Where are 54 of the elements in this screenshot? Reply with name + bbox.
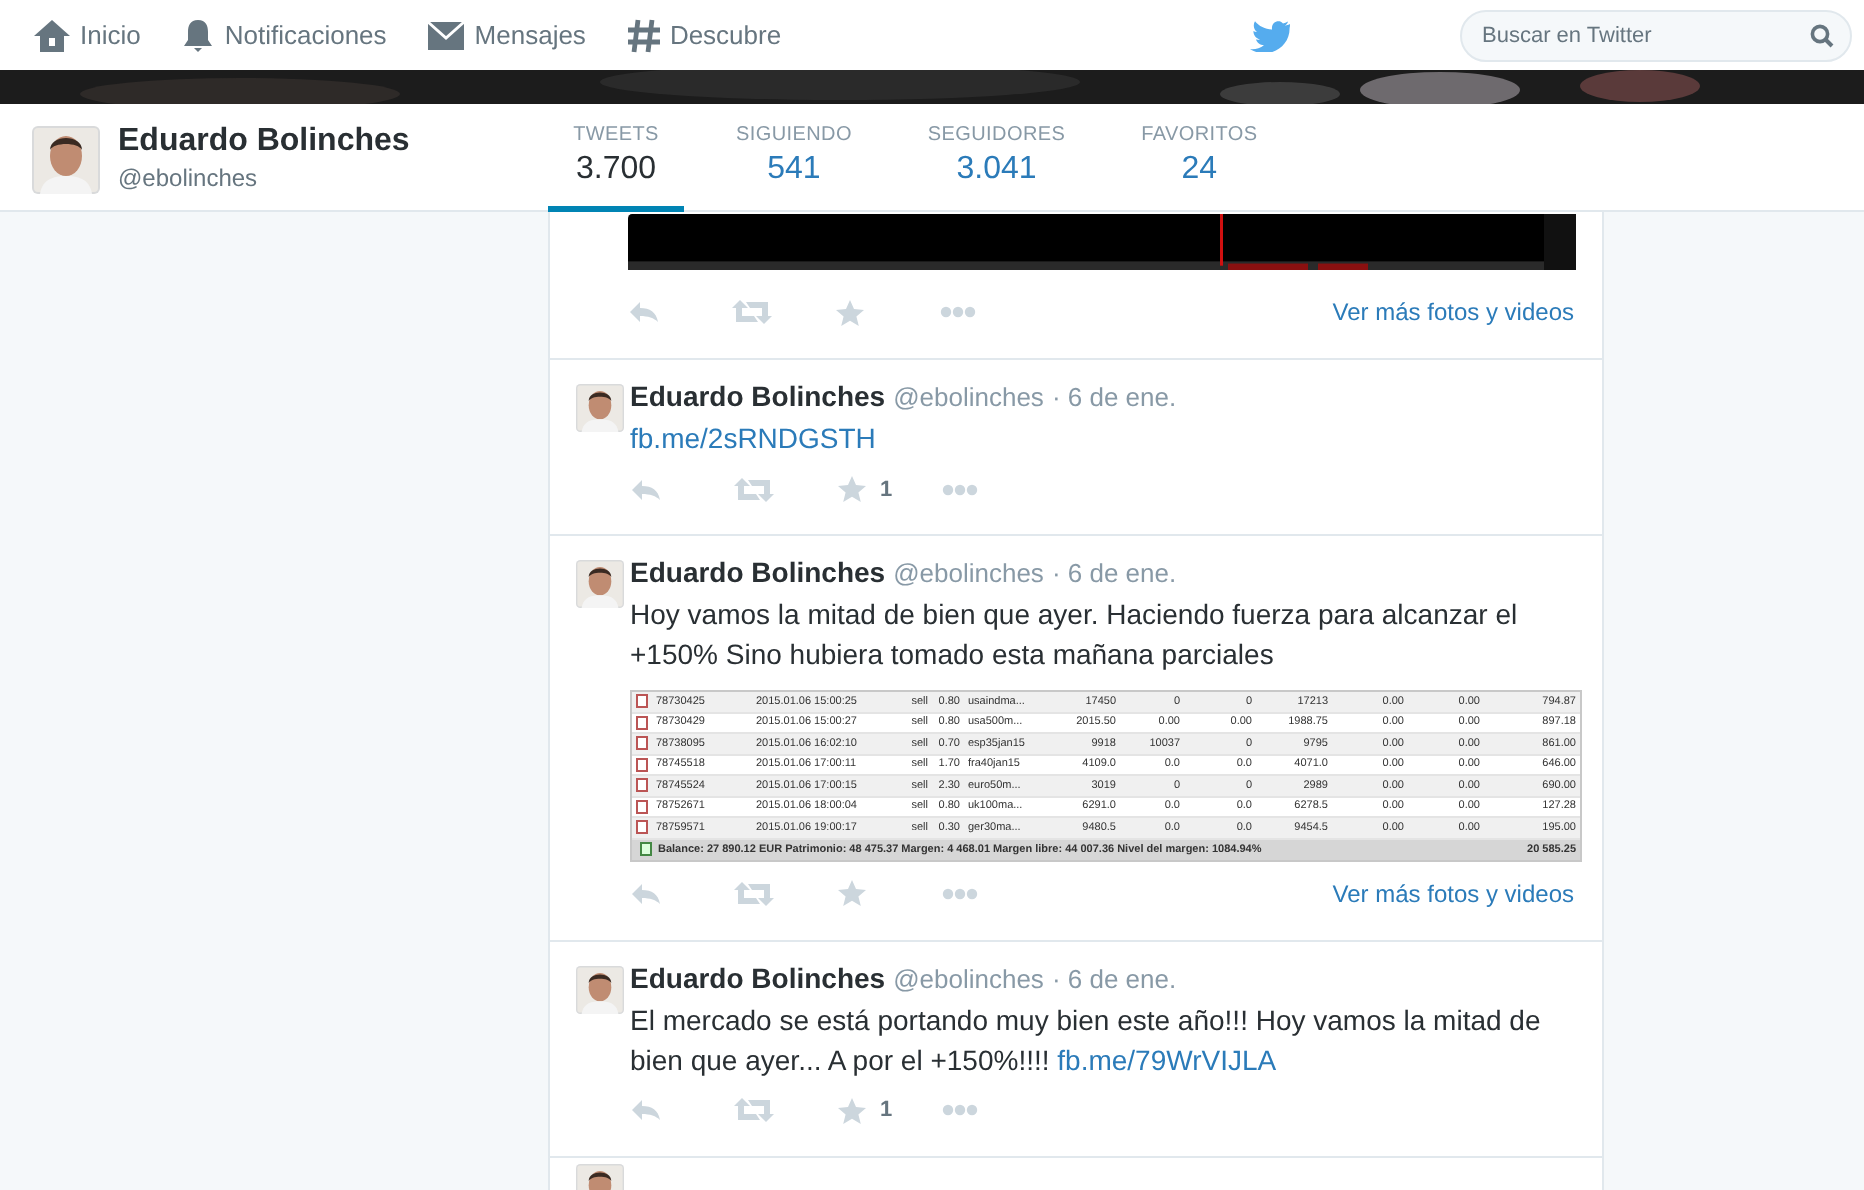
- author-handle[interactable]: @ebolinches: [893, 963, 1044, 993]
- author-name[interactable]: Eduardo Bolinches: [630, 380, 886, 412]
- tweet-link[interactable]: fb.me/79WrVIJLA: [1057, 1043, 1277, 1075]
- avatar: [576, 384, 624, 432]
- tweet-time[interactable]: · 6 de ene.: [1051, 382, 1177, 412]
- search-field[interactable]: Buscar en Twitter: [1460, 9, 1852, 61]
- mail-icon: [426, 19, 467, 51]
- stat-tab[interactable]: FAVORITOS 24: [1117, 104, 1282, 212]
- more-photos-link[interactable]: Ver más fotos y videos: [1332, 298, 1574, 326]
- author-handle[interactable]: @ebolinches: [893, 558, 1044, 588]
- bell-icon: [180, 17, 217, 53]
- tweet-text: Hoy vamos la mitad de bien que ayer. Haciendo fuerza para alcanzar el +150% Sino hubiera tomado esta mañana parciales: [630, 596, 1520, 674]
- author-name[interactable]: Eduardo Bolinches: [630, 556, 886, 588]
- tweet-time[interactable]: · 6 de ene.: [1051, 558, 1177, 588]
- retweet-icon[interactable]: [734, 1098, 774, 1122]
- star-icon[interactable]: [838, 1097, 866, 1123]
- profile-handle: @ebolinches: [118, 163, 260, 191]
- stat-tab[interactable]: SIGUIENDO 541: [712, 104, 876, 212]
- tweet-link[interactable]: fb.me/2sRNDGSTH: [630, 422, 876, 454]
- nav-item[interactable]: Mensajes: [426, 19, 586, 51]
- author-handle[interactable]: @ebolinches: [893, 382, 1044, 412]
- home-icon: [32, 17, 72, 53]
- plus-icon: [640, 842, 652, 856]
- avatar: [576, 965, 624, 1013]
- more-options-icon[interactable]: [942, 1104, 978, 1116]
- profile-avatar: [32, 125, 100, 193]
- tweet-time[interactable]: · 6 de ene.: [1051, 963, 1177, 993]
- avatar: [576, 560, 624, 608]
- star-icon[interactable]: [838, 880, 866, 906]
- star-icon[interactable]: [836, 299, 864, 325]
- reply-icon[interactable]: [630, 477, 662, 501]
- retweet-icon[interactable]: [734, 881, 774, 905]
- reply-icon[interactable]: [628, 300, 660, 324]
- more-options-icon[interactable]: [942, 483, 978, 495]
- reply-icon[interactable]: [630, 1098, 662, 1122]
- search-icon: [1810, 23, 1834, 47]
- retweet-icon[interactable]: [732, 300, 772, 324]
- more-options-icon[interactable]: [940, 306, 976, 318]
- more-options-icon[interactable]: [942, 887, 978, 899]
- reply-icon[interactable]: [630, 881, 662, 905]
- more-photos-link[interactable]: Ver más fotos y videos: [1332, 879, 1574, 907]
- bird-logo-icon[interactable]: [1249, 19, 1290, 51]
- favorite-count: 1: [880, 477, 893, 501]
- nav-item[interactable]: Notificaciones: [180, 17, 387, 53]
- hash-icon: [625, 17, 662, 53]
- favorite-count: 1: [880, 1098, 893, 1122]
- stat-tab[interactable]: SEGUIDORES 3.041: [903, 104, 1090, 212]
- tweet-text: El mercado se está portando muy bien este año!!! Hoy vamos la mitad de bien que ayer... A por el +150%!!!! fb.me/79WrVIJLA: [630, 1001, 1543, 1079]
- nav-item[interactable]: Descubre: [625, 17, 782, 53]
- nav-item[interactable]: Inicio: [32, 17, 141, 53]
- author-name[interactable]: Eduardo Bolinches: [630, 961, 886, 993]
- retweet-icon[interactable]: [734, 477, 774, 501]
- profile-name: Eduardo Bolinches: [118, 123, 410, 159]
- star-icon[interactable]: [838, 476, 866, 502]
